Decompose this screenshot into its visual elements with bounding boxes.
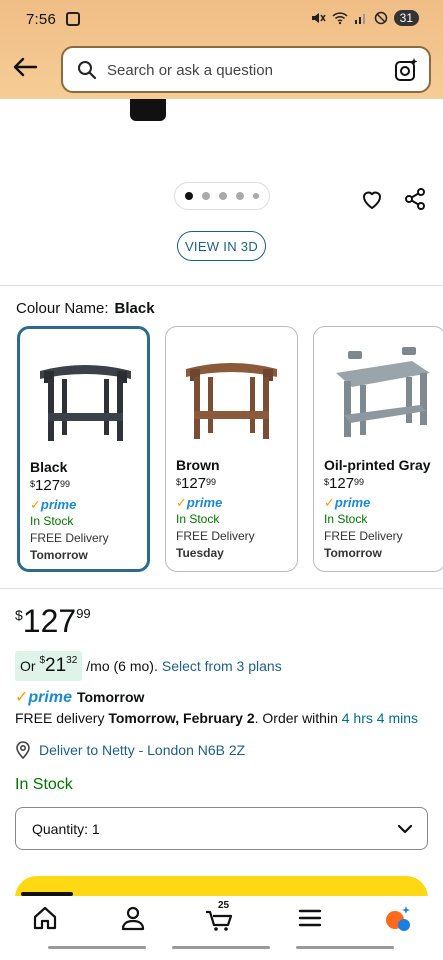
gesture-bar [296, 946, 394, 949]
prime-check-icon: ✓ [30, 497, 41, 512]
variant-delivery: FREE Delivery [30, 531, 109, 545]
product-image[interactable] [130, 99, 166, 121]
selected-colour: Black [114, 300, 155, 317]
view-in-3d-button[interactable]: VIEW IN 3D [177, 231, 266, 261]
quantity-select[interactable]: Quantity: 1 [15, 807, 428, 850]
deliver-to-link[interactable]: Deliver to Netty - London N6B 2Z [15, 741, 245, 759]
search-icon [78, 61, 97, 80]
select-plans-link[interactable]: Select from 3 plans [162, 658, 282, 674]
status-icons: 31 [310, 10, 419, 26]
carousel-dot[interactable] [253, 193, 259, 199]
account-icon[interactable] [119, 904, 147, 932]
search-placeholder: Search or ask a question [107, 62, 273, 79]
variant-delivery-day: Tuesday [176, 546, 224, 560]
bottom-nav: 25 [0, 896, 443, 960]
prime-badge: ✓prime [176, 495, 223, 510]
variant-price: $12799 [324, 475, 365, 492]
variant-card-black[interactable]: Black $12799 ✓prime In Stock FREE Delive… [17, 326, 150, 572]
variant-stock: In Stock [176, 512, 220, 526]
carousel-dot[interactable] [185, 192, 193, 200]
screenshot-icon [66, 12, 80, 26]
back-arrow-icon[interactable] [12, 56, 38, 78]
variant-image [40, 365, 131, 441]
wifi-icon [332, 12, 348, 25]
variant-price: $12799 [176, 475, 217, 492]
variant-image [336, 347, 430, 437]
camera-search-icon[interactable] [393, 57, 419, 83]
cart-icon[interactable]: 25 [205, 900, 233, 932]
divider [0, 285, 443, 286]
variant-stock: In Stock [30, 514, 74, 528]
carousel-dot[interactable] [236, 192, 244, 200]
variant-image [186, 363, 277, 439]
prime-check-icon: ✓ [324, 495, 335, 510]
variant-name: Oil-printed Gray [324, 457, 431, 473]
variant-delivery: FREE Delivery [176, 529, 255, 543]
image-carousel-dots[interactable] [174, 182, 270, 210]
free-delivery-info: FREE delivery Tomorrow, February 2. Orde… [15, 710, 418, 726]
variant-delivery-day: Tomorrow [30, 548, 88, 562]
dnd-icon [374, 11, 387, 25]
battery-level: 31 [393, 10, 419, 26]
colour-label-text: Colour Name: [16, 300, 109, 317]
quantity-value: 1 [91, 821, 100, 837]
variant-card-oil-printed-gray[interactable]: Oil-printed Gray $12799 ✓prime In Stock … [313, 326, 443, 572]
status-time: 7:56 [26, 11, 56, 28]
prime-delivery: ✓prime Tomorrow [15, 687, 144, 707]
variant-price: $12799 [30, 477, 71, 494]
variant-name: Brown [176, 457, 220, 473]
variant-name: Black [30, 459, 68, 475]
prime-badge: ✓prime [324, 495, 371, 510]
prime-check-icon: ✓ [176, 495, 187, 510]
gesture-bar [48, 946, 146, 949]
prime-badge: ✓prime [30, 497, 77, 512]
prime-check-icon: ✓ [15, 689, 29, 706]
deliver-to-text: Deliver to Netty - London N6B 2Z [39, 742, 246, 758]
colour-name-label: Colour Name: Black [16, 300, 155, 317]
monthly-term: /mo (6 mo). [86, 658, 158, 674]
quantity-label: Quantity: 1 [32, 821, 100, 837]
stock-status: In Stock [15, 776, 73, 793]
order-countdown: 4 hrs 4 mins [341, 710, 418, 726]
gesture-bar [172, 946, 270, 949]
status-bar: 7:56 31 [0, 0, 443, 40]
variant-delivery: FREE Delivery [324, 529, 403, 543]
share-icon[interactable] [403, 187, 427, 211]
home-icon[interactable] [31, 904, 59, 932]
wishlist-heart-icon[interactable] [360, 187, 384, 211]
monthly-amount: Or $2132 [15, 651, 83, 681]
product-price: $12799 [15, 603, 91, 639]
carousel-dot[interactable] [202, 192, 210, 200]
location-pin-icon [16, 741, 30, 759]
menu-icon[interactable] [296, 904, 324, 932]
carousel-dot[interactable] [219, 192, 227, 200]
prime-delivery-day: Tomorrow [76, 689, 145, 705]
variant-delivery-day: Tomorrow [324, 546, 382, 560]
signal-icon [354, 14, 365, 24]
cart-count: 25 [218, 900, 230, 911]
prime-logo: ✓prime [15, 689, 72, 706]
chevron-down-icon [397, 824, 413, 834]
search-input[interactable]: Search or ask a question [61, 46, 431, 93]
variant-stock: In Stock [324, 512, 368, 526]
monthly-payment: Or $2132 /mo (6 mo). Select from 3 plans [15, 651, 282, 681]
header: 7:56 31 Search or ask a question [0, 0, 443, 99]
rufus-assistant-icon[interactable] [384, 904, 412, 932]
divider [0, 588, 443, 589]
mute-icon [311, 13, 326, 23]
variant-card-brown[interactable]: Brown $12799 ✓prime In Stock FREE Delive… [165, 326, 298, 572]
